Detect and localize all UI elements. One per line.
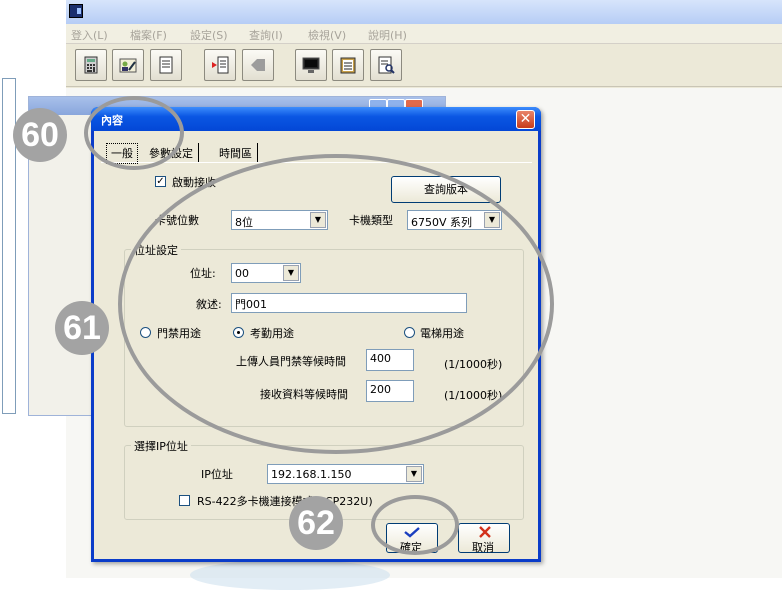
tab-time-zone[interactable]: 時間區 [214,143,258,163]
menu-login[interactable]: 登入(L) [71,27,108,43]
app-titlebar [66,0,782,24]
menu-view[interactable]: 檢視(V) [308,27,346,43]
calculator-icon [84,56,98,74]
import-button[interactable] [204,49,236,81]
callout-badge-60: 60 [13,108,67,162]
cancel-button[interactable]: 取消 [458,523,510,554]
monitor-button[interactable] [295,49,327,81]
cross-icon [479,526,491,538]
callout-badge-62: 62 [289,496,343,550]
document-button[interactable] [150,49,182,81]
toolbar [66,45,782,87]
rs422-label: RS-422多卡機連接模式(RCP232U) [197,495,373,508]
arrow-button[interactable] [242,49,274,81]
chevron-down-icon: ▼ [406,466,422,482]
ip-select-legend: 選擇IP位址 [131,438,191,454]
user-pen-icon [119,58,137,73]
user-edit-button[interactable] [112,49,144,81]
arrow-icon [251,59,265,71]
document-icon [159,56,173,74]
ip-address-select[interactable]: 192.168.1.150 ▼ [267,464,424,484]
callout-ring-60 [84,96,184,170]
menu-bar: 登入(L) 檔案(F) 設定(S) 查詢(I) 檢視(V) 說明(H) [66,24,782,44]
background-decoration [190,560,390,590]
monitor-icon [302,57,320,73]
clipboard-icon [340,57,356,74]
callout-badge-61: 61 [55,301,109,355]
dialog-close-button[interactable]: ✕ [516,110,535,129]
cancel-label: 取消 [472,541,494,554]
menu-help[interactable]: 說明(H) [368,27,407,43]
calculator-button[interactable] [75,49,107,81]
menu-settings[interactable]: 設定(S) [190,27,228,43]
callout-ring-62 [371,495,459,555]
app-icon [69,4,83,18]
enable-receive-checkbox[interactable]: ✓ [155,176,166,187]
ip-label: IP位址 [201,468,233,481]
rs422-checkbox[interactable] [179,495,190,506]
report-button[interactable] [370,49,402,81]
menu-file[interactable]: 檔案(F) [130,27,167,43]
callout-ring-61 [118,154,554,454]
menu-query[interactable]: 查詢(I) [249,27,283,43]
report-icon [378,56,395,74]
import-icon [212,56,229,74]
clipboard-button[interactable] [332,49,364,81]
